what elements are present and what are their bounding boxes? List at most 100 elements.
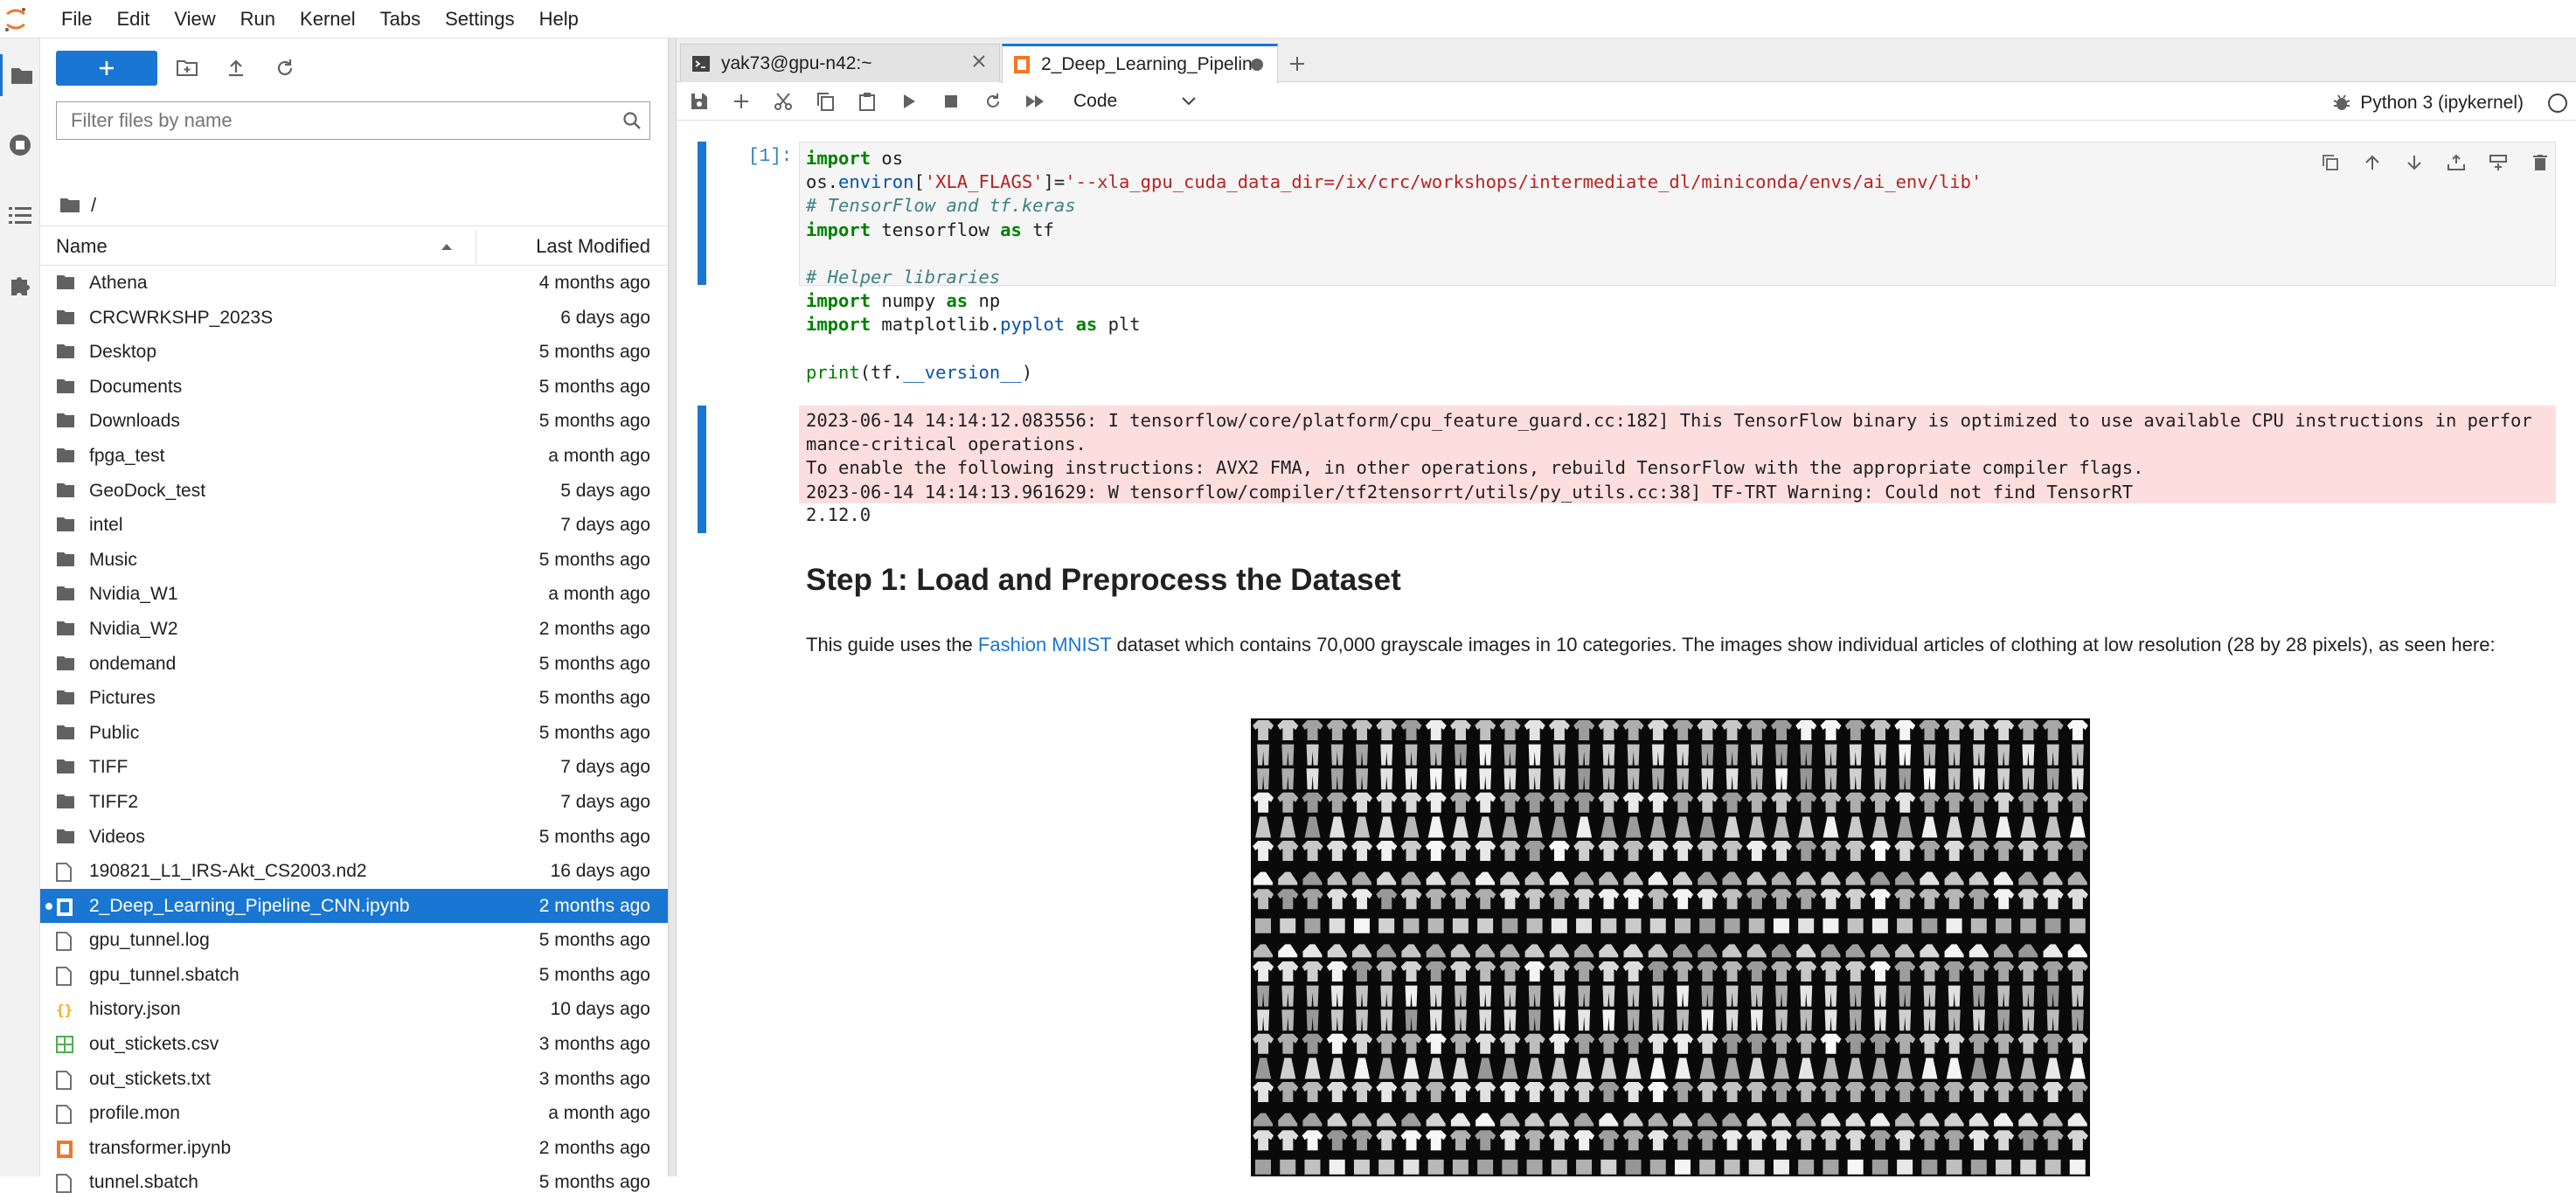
garment-thumbnail	[1849, 768, 1862, 790]
filter-files-input[interactable]	[57, 103, 614, 138]
file-list-item[interactable]: Public 5 months ago	[40, 716, 668, 751]
close-icon[interactable]	[971, 53, 987, 69]
file-list-item[interactable]: out_stickets.csv 3 months ago	[40, 1027, 668, 1062]
insert-above-icon[interactable]	[2435, 149, 2477, 177]
file-list-item[interactable]: Pictures 5 months ago	[40, 681, 668, 716]
file-list-item[interactable]: transformer.ipynb 2 months ago	[40, 1131, 668, 1166]
garment-thumbnail	[1475, 841, 1496, 861]
unsaved-dot-icon[interactable]	[1251, 59, 1263, 71]
sort-ascending-icon[interactable]	[441, 243, 453, 251]
file-list-item[interactable]: Desktop 5 months ago	[40, 335, 668, 370]
new-folder-icon[interactable]	[168, 51, 206, 86]
garment-thumbnail	[1353, 918, 1370, 933]
extensions-icon[interactable]	[0, 264, 40, 306]
garment-thumbnail	[1800, 768, 1813, 790]
file-list-item[interactable]: CRCWRKSHP_2023S 6 days ago	[40, 301, 668, 336]
file-list-item[interactable]: TIFF 7 days ago	[40, 750, 668, 785]
menu-help[interactable]: Help	[527, 0, 591, 38]
garment-thumbnail	[1503, 744, 1517, 766]
menu-view[interactable]: View	[162, 0, 227, 38]
file-list-item[interactable]: gpu_tunnel.sbatch 5 months ago	[40, 958, 668, 993]
fashion-mnist-link[interactable]: Fashion MNIST	[978, 634, 1111, 655]
file-list-item[interactable]: Documents 5 months ago	[40, 370, 668, 405]
garment-thumbnail	[1844, 720, 1866, 740]
garment-thumbnail	[1551, 1058, 1567, 1079]
garment-thumbnail	[1651, 1009, 1664, 1031]
debugger-bug-icon[interactable]	[2333, 93, 2350, 112]
duplicate-cell-icon[interactable]	[2309, 149, 2351, 177]
save-icon[interactable]	[678, 82, 720, 121]
stop-icon[interactable]	[930, 82, 972, 121]
menu-settings[interactable]: Settings	[433, 0, 527, 38]
home-folder-icon[interactable]	[59, 197, 80, 214]
file-list-item[interactable]: {} history.json 10 days ago	[40, 992, 668, 1027]
garment-thumbnail	[1277, 1082, 1299, 1102]
garment-thumbnail	[2017, 720, 2039, 740]
menu-file[interactable]: File	[49, 0, 104, 38]
restart-icon[interactable]	[972, 82, 1014, 121]
tab-notebook[interactable]: 2_Deep_Learning_Pipeline_	[1002, 44, 1278, 83]
column-name-header[interactable]: Name	[56, 235, 108, 258]
garment-thumbnail	[1649, 918, 1666, 933]
tab-terminal[interactable]: yak73@gpu-n42:~	[680, 44, 1000, 82]
cell-collapser[interactable]	[698, 142, 706, 285]
file-list-item[interactable]: 2_Deep_Learning_Pipeline_CNN.ipynb 2 mont…	[40, 888, 668, 924]
cell-type-select[interactable]: Code	[1073, 91, 1196, 112]
garment-thumbnail	[1920, 1113, 1940, 1127]
file-list-item[interactable]: tunnel.sbatch 5 months ago	[40, 1165, 668, 1200]
breadcrumb[interactable]: /	[59, 192, 96, 218]
add-tab-icon[interactable]	[1281, 49, 1313, 79]
copy-icon[interactable]	[804, 82, 846, 121]
menu-tabs[interactable]: Tabs	[368, 0, 433, 38]
move-down-icon[interactable]	[2393, 149, 2435, 177]
file-list-item[interactable]: profile.mon a month ago	[40, 1096, 668, 1131]
garment-thumbnail	[1943, 961, 1965, 982]
menu-edit[interactable]: Edit	[104, 0, 162, 38]
insert-below-icon[interactable]	[2477, 149, 2519, 177]
file-list-item[interactable]: fpga_test a month ago	[40, 439, 668, 474]
file-list-item[interactable]: TIFF2 7 days ago	[40, 785, 668, 820]
running-sessions-icon[interactable]	[0, 124, 40, 166]
file-list-item[interactable]: 190821_L1_IRS-Akt_CS2003.nd2 16 days ago	[40, 854, 668, 889]
garment-thumbnail	[2066, 720, 2088, 740]
refresh-icon[interactable]	[266, 51, 304, 86]
new-launcher-button[interactable]	[56, 51, 157, 86]
table-of-contents-icon[interactable]	[0, 194, 40, 236]
menu-kernel[interactable]: Kernel	[288, 0, 368, 38]
file-list-item[interactable]: Downloads 5 months ago	[40, 404, 668, 439]
file-browser-icon[interactable]	[0, 54, 40, 96]
delete-cell-icon[interactable]	[2519, 149, 2561, 177]
column-modified-header[interactable]: Last Modified	[536, 235, 650, 258]
markdown-paragraph: This guide uses the Fashion MNIST datase…	[806, 629, 2545, 661]
file-list-item[interactable]: Nvidia_W1 a month ago	[40, 577, 668, 612]
garment-thumbnail	[1548, 1130, 1570, 1151]
file-list-item[interactable]: out_stickets.txt 3 months ago	[40, 1062, 668, 1097]
kernel-name[interactable]: Python 3 (ipykernel)	[2360, 93, 2524, 114]
file-list-item[interactable]: ondemand 5 months ago	[40, 647, 668, 682]
upload-icon[interactable]	[217, 51, 255, 86]
menu-run[interactable]: Run	[228, 0, 288, 38]
fast-forward-icon[interactable]	[1014, 82, 1056, 121]
garment-thumbnail	[1677, 744, 1690, 766]
file-list-item[interactable]: Nvidia_W2 2 months ago	[40, 612, 668, 647]
run-icon[interactable]	[888, 82, 930, 121]
panel-splitter[interactable]	[668, 38, 677, 1176]
move-up-icon[interactable]	[2351, 149, 2393, 177]
garment-thumbnail	[2042, 1082, 2064, 1102]
file-list-item[interactable]: GeoDock_test 5 days ago	[40, 474, 668, 509]
insert-cell-icon[interactable]	[720, 82, 762, 121]
file-name: gpu_tunnel.sbatch	[89, 964, 240, 985]
paste-icon[interactable]	[846, 82, 888, 121]
file-list-item[interactable]: Music 5 months ago	[40, 543, 668, 578]
file-list-item[interactable]: Athena 4 months ago	[40, 266, 668, 301]
output-collapser[interactable]	[698, 406, 706, 533]
file-list-item[interactable]: gpu_tunnel.log 5 months ago	[40, 923, 668, 958]
file-list-item[interactable]: Videos 5 months ago	[40, 820, 668, 855]
file-list: Athena 4 months ago CRCWRKSHP_2023S 6 days …	[40, 266, 668, 1200]
garment-thumbnail	[1795, 1033, 1817, 1054]
cut-icon[interactable]	[762, 82, 804, 121]
breadcrumb-root[interactable]: /	[91, 194, 96, 217]
file-list-item[interactable]: intel 7 days ago	[40, 508, 668, 543]
code-text[interactable]: import os os.environ['XLA_FLAGS']='--xla_…	[806, 147, 1982, 385]
garment-thumbnail	[1453, 816, 1469, 838]
